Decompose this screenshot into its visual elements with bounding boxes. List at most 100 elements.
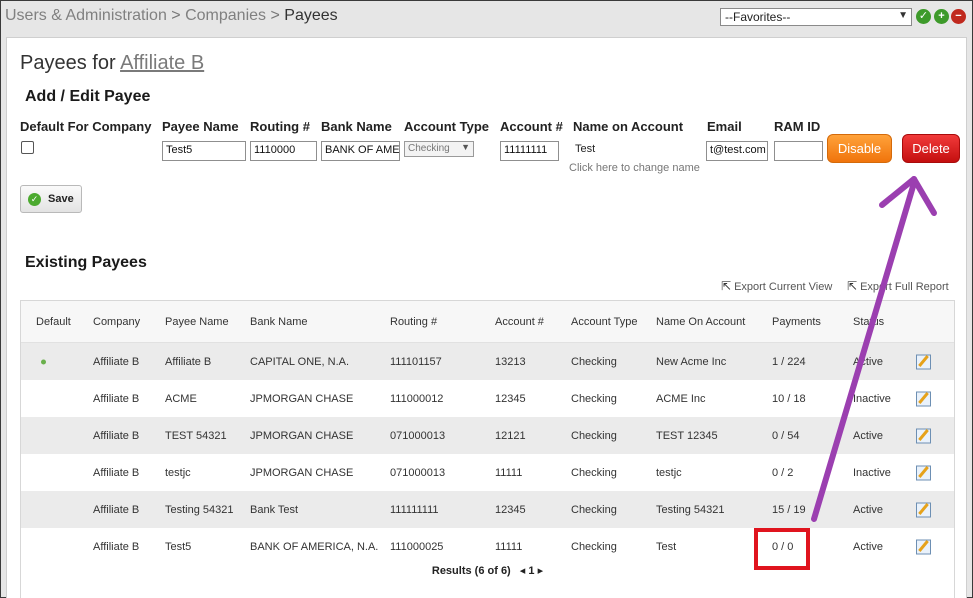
remove-favorite-icon[interactable]: − [951, 9, 966, 24]
export-current-view-link[interactable]: ⇱ Export Current View [721, 279, 832, 293]
account-type-selected: Checking [408, 143, 450, 154]
favorites-selected: --Favorites-- [725, 10, 791, 24]
next-page-icon[interactable]: ▸ [538, 565, 544, 577]
label-email: Email [707, 119, 742, 134]
table-row[interactable]: Affiliate B Affiliate B CAPITAL ONE, N.A… [21, 343, 954, 380]
label-payee-name: Payee Name [162, 119, 239, 134]
cell-account: 12345 [495, 392, 526, 405]
table-row[interactable]: Affiliate B TEST 54321 JPMORGAN CHASE 07… [21, 417, 954, 454]
cell-name: ACME Inc [656, 392, 706, 405]
prev-page-icon[interactable]: ◂ [520, 565, 526, 577]
account-number-input[interactable]: 11111111 [500, 141, 559, 161]
cell-status: Active [853, 355, 883, 368]
edit-icon[interactable] [916, 539, 931, 554]
breadcrumb: Users & Administration > Companies > Pay… [5, 7, 338, 25]
breadcrumb-companies[interactable]: Companies [185, 7, 266, 24]
col-status[interactable]: Status [853, 316, 884, 328]
email-input[interactable]: t@test.com [706, 141, 768, 161]
breadcrumb-users-admin[interactable]: Users & Administration [5, 7, 167, 24]
col-payee-name[interactable]: Payee Name [165, 316, 229, 328]
cell-company: Affiliate B [93, 503, 140, 516]
payee-name-input[interactable]: Test5 [162, 141, 246, 161]
cell-status: Active [853, 540, 883, 553]
table-row[interactable]: Affiliate B ACME JPMORGAN CHASE 11100001… [21, 380, 954, 417]
cell-payments: 10 / 18 [772, 392, 806, 405]
cell-payee: ACME [165, 392, 197, 405]
col-name-on-account[interactable]: Name On Account [656, 316, 745, 328]
cell-name: New Acme Inc [656, 355, 727, 368]
favorites-select[interactable]: --Favorites-- ▼ [720, 8, 912, 26]
cell-routing: 071000013 [390, 429, 446, 442]
label-name-on-account: Name on Account [573, 119, 684, 134]
col-routing[interactable]: Routing # [390, 316, 437, 328]
cell-name: Test [656, 540, 677, 553]
highlight-box [754, 528, 810, 570]
cell-status: Active [853, 503, 883, 516]
routing-input[interactable]: 1110000 [250, 141, 317, 161]
default-indicator-icon [41, 359, 46, 364]
edit-icon[interactable] [916, 354, 931, 369]
label-bank-name: Bank Name [321, 119, 392, 134]
col-account-type[interactable]: Account Type [571, 316, 637, 328]
change-name-link[interactable]: Click here to change name [569, 162, 700, 174]
cell-routing: 111000025 [390, 540, 444, 553]
cell-payee: Testing 54321 [165, 503, 234, 516]
edit-icon[interactable] [916, 502, 931, 517]
results-count: Results (6 of 6) [431, 565, 511, 577]
cell-bank: CAPITAL ONE, N.A. [250, 355, 350, 368]
delete-button[interactable]: Delete [902, 134, 960, 163]
cell-type: Checking [571, 466, 617, 479]
export-icon: ⇱ [847, 279, 858, 293]
label-routing: Routing # [250, 119, 310, 134]
bank-name-input[interactable]: BANK OF AME [321, 141, 400, 161]
cell-payee: Affiliate B [165, 355, 212, 368]
edit-icon[interactable] [916, 465, 931, 480]
col-default[interactable]: Default [36, 316, 71, 328]
label-account-number: Account # [500, 119, 563, 134]
main-panel: Payees for Affiliate B Add / Edit Payee … [6, 37, 967, 598]
existing-payees-heading: Existing Payees [25, 254, 147, 271]
label-account-type: Account Type [404, 119, 489, 134]
export-current-label: Export Current View [734, 281, 833, 293]
account-type-select[interactable]: Checking ▼ [404, 141, 474, 157]
table-row[interactable]: Affiliate B Test5 BANK OF AMERICA, N.A. … [21, 528, 954, 565]
cell-account: 11111 [495, 466, 523, 479]
cell-payee: testjc [165, 466, 191, 479]
cell-type: Checking [571, 540, 617, 553]
company-link[interactable]: Affiliate B [120, 52, 204, 74]
disable-button[interactable]: Disable [827, 134, 892, 163]
top-bar: Users & Administration > Companies > Pay… [1, 1, 972, 33]
add-favorite-icon[interactable]: + [934, 9, 949, 24]
col-account[interactable]: Account # [495, 316, 544, 328]
default-for-company-checkbox[interactable] [21, 141, 34, 154]
edit-icon[interactable] [916, 428, 931, 443]
label-default: Default For Company [20, 119, 152, 134]
cell-account: 11111 [495, 540, 523, 553]
cell-company: Affiliate B [93, 429, 140, 442]
col-payments[interactable]: Payments [772, 316, 821, 328]
cell-status: Active [853, 429, 883, 442]
pagination: Results (6 of 6) ◂ 1 ▸ [21, 564, 954, 577]
export-icon: ⇱ [721, 279, 732, 293]
cell-payee: TEST 54321 [165, 429, 227, 442]
cell-payments: 1 / 224 [772, 355, 806, 368]
page-number[interactable]: 1 [528, 565, 534, 577]
cell-type: Checking [571, 392, 617, 405]
col-bank-name[interactable]: Bank Name [250, 316, 307, 328]
check-icon[interactable]: ✓ [916, 9, 931, 24]
export-full-report-link[interactable]: ⇱ Export Full Report [847, 279, 949, 293]
cell-payee: Test5 [165, 540, 192, 553]
table-row[interactable]: Affiliate B testjc JPMORGAN CHASE 071000… [21, 454, 954, 491]
ram-id-input[interactable] [774, 141, 823, 161]
breadcrumb-current: Payees [284, 7, 338, 24]
chevron-down-icon: ▼ [898, 10, 908, 21]
table-row[interactable]: Affiliate B Testing 54321 Bank Test 1111… [21, 491, 954, 528]
save-label: Save [48, 193, 74, 205]
payees-table: Default Company Payee Name Bank Name Rou… [20, 300, 955, 598]
col-company[interactable]: Company [93, 316, 140, 328]
save-button[interactable]: ✓ Save [20, 185, 82, 213]
form-heading: Add / Edit Payee [25, 88, 151, 105]
cell-account: 13213 [495, 355, 526, 368]
cell-bank: JPMORGAN CHASE [250, 429, 354, 442]
edit-icon[interactable] [916, 391, 931, 406]
